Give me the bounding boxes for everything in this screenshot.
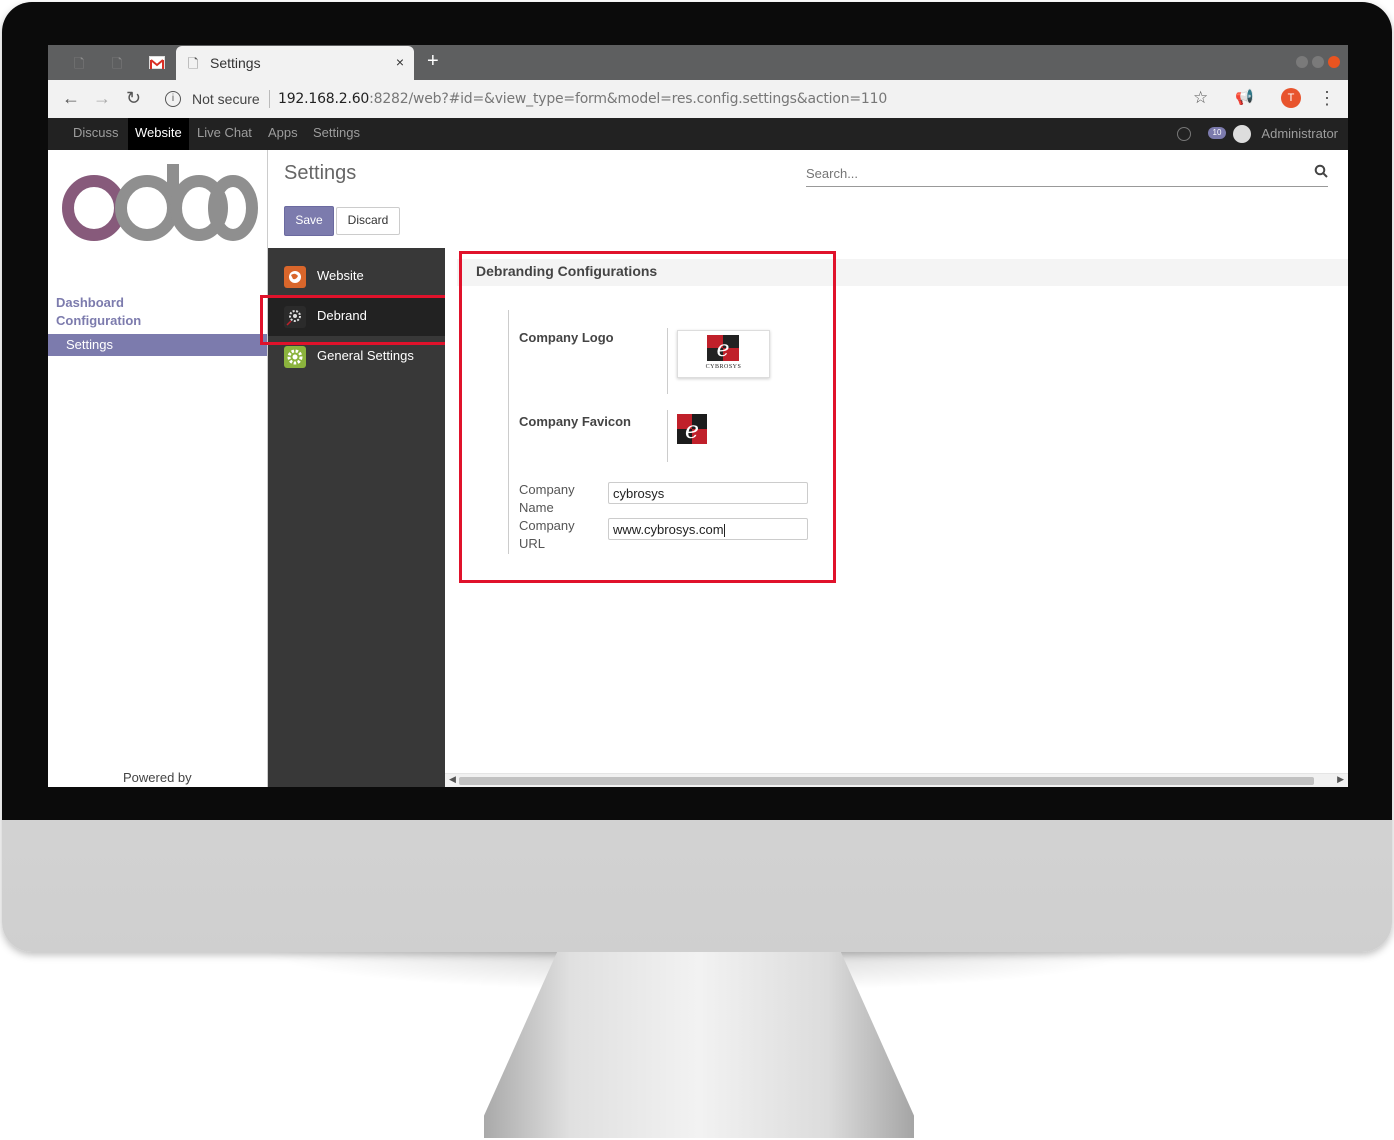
horizontal-scrollbar[interactable]: ◀ ▶ bbox=[445, 773, 1348, 787]
tab-title: Settings bbox=[210, 55, 261, 71]
sidebar-dashboard[interactable]: Dashboard bbox=[56, 295, 124, 310]
powered-by: Powered by bbox=[123, 770, 192, 785]
screen: 🗋 🗋 🗋 Settings × + ← → ↻ i Not secure 19… bbox=[48, 45, 1348, 787]
scrollbar-thumb[interactable] bbox=[459, 777, 1314, 785]
nav-label: General Settings bbox=[317, 348, 414, 363]
app-sidebar: Dashboard Configuration Settings Powered… bbox=[48, 150, 268, 787]
gmail-icon[interactable] bbox=[149, 56, 165, 69]
messages-badge[interactable]: 10 bbox=[1208, 127, 1226, 139]
settings-nav-website[interactable]: Website bbox=[268, 256, 445, 296]
maximize-button[interactable] bbox=[1312, 56, 1324, 68]
odoo-top-menu: Discuss Website Live Chat Apps Settings … bbox=[48, 118, 1348, 150]
menu-discuss[interactable]: Discuss bbox=[66, 118, 126, 150]
menu-website[interactable]: Website bbox=[128, 118, 189, 150]
user-avatar[interactable] bbox=[1233, 125, 1251, 143]
back-arrow-icon[interactable]: ← bbox=[62, 88, 80, 109]
reload-icon[interactable]: ↻ bbox=[126, 88, 141, 109]
highlight-box-debranding-section bbox=[459, 251, 836, 583]
close-window-button[interactable] bbox=[1328, 56, 1340, 68]
globe-icon bbox=[284, 266, 306, 288]
sidebar-item-label: Settings bbox=[66, 337, 113, 352]
url-path: :8282/web?#id=&view_type=form&model=res.… bbox=[369, 91, 888, 107]
security-status[interactable]: Not secure bbox=[192, 91, 260, 107]
url-field[interactable]: 192.168.2.60:8282/web?#id=&view_type=for… bbox=[278, 91, 887, 107]
user-menu[interactable]: Administrator bbox=[1261, 126, 1338, 141]
star-icon[interactable]: ☆ bbox=[1193, 88, 1208, 108]
forward-arrow-icon[interactable]: → bbox=[93, 88, 111, 109]
megaphone-icon[interactable]: 📢 bbox=[1235, 88, 1254, 106]
page-icon: 🗋 bbox=[188, 56, 199, 71]
menu-settings[interactable]: Settings bbox=[306, 118, 367, 150]
address-separator bbox=[269, 90, 270, 108]
tab-settings[interactable]: 🗋 Settings × bbox=[176, 46, 414, 80]
save-button[interactable]: Save bbox=[284, 206, 334, 236]
search-input[interactable] bbox=[806, 162, 1296, 184]
highlight-box-debrand bbox=[260, 295, 452, 345]
scroll-left-arrow-icon[interactable]: ◀ bbox=[449, 774, 456, 785]
page-icon[interactable]: 🗋 bbox=[74, 55, 88, 71]
odoo-logo bbox=[58, 154, 258, 248]
url-host: 192.168.2.60 bbox=[278, 91, 370, 107]
info-icon[interactable]: i bbox=[165, 91, 181, 107]
sidebar-item-settings[interactable]: Settings bbox=[48, 334, 267, 356]
menu-apps[interactable]: Apps bbox=[261, 118, 305, 150]
minimize-button[interactable] bbox=[1296, 56, 1308, 68]
menu-live-chat[interactable]: Live Chat bbox=[190, 118, 259, 150]
search-box bbox=[806, 162, 1328, 187]
new-tab-button[interactable]: + bbox=[427, 50, 439, 73]
menu-kebab-icon[interactable]: ⋮ bbox=[1318, 88, 1336, 109]
control-panel: Settings Save Discard bbox=[268, 150, 1348, 249]
page-icon[interactable]: 🗋 bbox=[112, 55, 126, 71]
close-tab-icon[interactable]: × bbox=[396, 54, 404, 70]
browser-tab-bar: 🗋 🗋 🗋 Settings × + bbox=[48, 45, 1348, 80]
address-bar: ← → ↻ i Not secure 192.168.2.60:8282/web… bbox=[48, 80, 1348, 119]
page-title: Settings bbox=[284, 162, 357, 184]
profile-avatar[interactable]: T bbox=[1281, 88, 1301, 108]
search-icon[interactable] bbox=[1314, 164, 1328, 181]
sidebar-configuration[interactable]: Configuration bbox=[56, 313, 141, 328]
nav-label: Website bbox=[317, 268, 364, 283]
monitor-stand bbox=[484, 952, 914, 1138]
discard-button[interactable]: Discard bbox=[336, 207, 400, 235]
scroll-right-arrow-icon[interactable]: ▶ bbox=[1337, 774, 1344, 785]
activity-clock-icon[interactable] bbox=[1177, 127, 1191, 141]
gear-icon bbox=[284, 346, 306, 368]
